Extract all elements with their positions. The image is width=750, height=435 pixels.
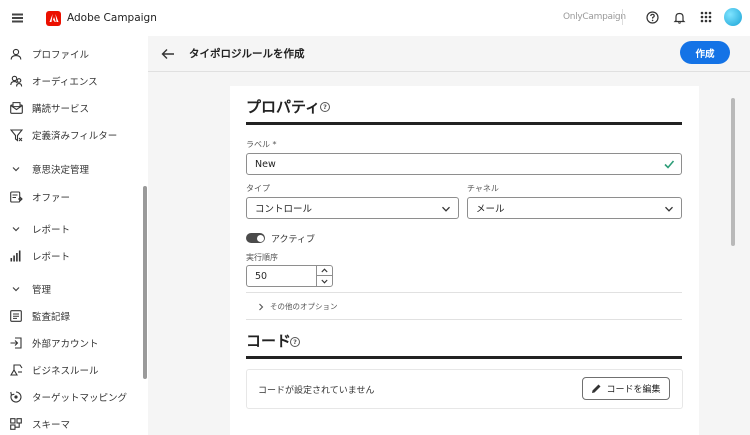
help-icon[interactable]: ? — [290, 337, 300, 347]
sidebar-item-target-mappings[interactable]: ターゲットマッピング — [0, 384, 140, 410]
sidebar-item-audiences[interactable]: オーディエンス — [0, 68, 140, 94]
pencil-icon — [592, 384, 601, 393]
sidebar-item-audit-trail[interactable]: 監査記録 — [0, 303, 140, 329]
chart-icon — [9, 249, 23, 263]
sidebar-item-label: 購読サービス — [32, 104, 90, 115]
divider — [622, 9, 623, 25]
label-input[interactable]: New — [246, 153, 682, 175]
sidebar-item-label: オファー — [32, 193, 71, 204]
label-field-label: ラベル * — [246, 140, 277, 149]
help-icon[interactable] — [644, 9, 660, 25]
chevron-down-icon — [442, 206, 450, 212]
offer-icon — [9, 190, 23, 204]
subscription-icon — [9, 101, 23, 115]
code-empty-text: コードが設定されていません — [258, 386, 375, 396]
checkmark-icon — [664, 160, 675, 169]
section-divider — [246, 356, 682, 359]
sidebar-item-predefined-filters[interactable]: 定義済みフィルター — [0, 122, 140, 148]
required-mark: * — [272, 140, 277, 149]
help-icon[interactable]: ? — [320, 102, 330, 112]
active-toggle-label: アクティブ — [271, 235, 316, 245]
section-divider — [246, 122, 682, 125]
sidebar-item-label: プロファイル — [32, 50, 90, 61]
sidebar-item-label: 定義済みフィルター — [32, 131, 118, 142]
channel-select-value: メール — [476, 204, 505, 215]
sidebar-item-reports[interactable]: レポート — [0, 243, 140, 269]
edit-code-button[interactable]: コードを編集 — [582, 377, 670, 400]
chevron-down-icon — [9, 222, 23, 236]
audit-icon — [9, 309, 23, 323]
sidebar: プロファイル オーディエンス 購読サービス 定義済みフィルター 意思決定管理 オ… — [0, 36, 148, 435]
sidebar-section-label: レポート — [32, 225, 71, 236]
code-title: コード — [246, 332, 292, 350]
sidebar-item-offers[interactable]: オファー — [0, 184, 140, 210]
sidebar-item-label: レポート — [32, 252, 71, 263]
sidebar-item-label: 監査記録 — [32, 312, 71, 323]
menu-icon[interactable] — [2, 0, 32, 36]
person-icon — [9, 47, 23, 61]
audience-icon — [9, 74, 23, 88]
schema-icon — [9, 417, 23, 431]
sidebar-item-label: ビジネスルール — [32, 366, 99, 377]
create-button[interactable]: 作成 — [680, 41, 730, 64]
sidebar-scrollbar[interactable] — [143, 186, 147, 379]
chevron-down-icon — [9, 282, 23, 296]
divider — [246, 292, 682, 293]
channel-field-label: チャネル — [467, 184, 499, 193]
sidebar-item-profiles[interactable]: プロファイル — [0, 41, 140, 67]
properties-title: プロパティ — [246, 98, 321, 116]
sidebar-item-label: ターゲットマッピング — [32, 393, 128, 404]
chevron-down-icon — [665, 206, 673, 212]
decrement-button[interactable] — [317, 276, 332, 286]
chevron-down-icon — [9, 162, 23, 176]
apps-grid-icon[interactable] — [698, 9, 714, 25]
chevron-right-icon — [259, 303, 264, 310]
sidebar-item-label: オーディエンス — [32, 77, 98, 88]
org-switcher[interactable]: OnlyCampaign — [563, 12, 626, 22]
active-toggle[interactable] — [246, 233, 265, 243]
top-bar: Adobe Campaign OnlyCampaign — [0, 0, 750, 36]
business-rule-icon — [9, 363, 23, 377]
sidebar-section-decisioning[interactable]: 意思決定管理 — [0, 156, 140, 182]
adobe-logo-icon — [46, 10, 61, 26]
more-options-label: その他のオプション — [270, 302, 338, 311]
type-select-value: コントロール — [255, 204, 313, 215]
sidebar-item-label: 外部アカウント — [32, 339, 99, 350]
order-stepper-value: 50 — [255, 271, 268, 282]
sidebar-section-label: 管理 — [32, 285, 52, 296]
type-field-label: タイプ — [246, 184, 270, 193]
bell-icon[interactable] — [671, 9, 687, 25]
stepper-buttons — [316, 266, 332, 286]
edit-code-label: コードを編集 — [606, 384, 661, 394]
main-scrollbar[interactable] — [731, 98, 735, 246]
code-box: コードが設定されていません コードを編集 — [246, 369, 683, 409]
filter-icon — [9, 128, 23, 142]
sidebar-section-administration[interactable]: 管理 — [0, 276, 140, 302]
target-mapping-icon — [9, 390, 23, 404]
sidebar-item-schemas[interactable]: スキーマ — [0, 411, 140, 435]
sidebar-item-subscriptions[interactable]: 購読サービス — [0, 95, 140, 121]
label-input-value: New — [255, 158, 276, 170]
sidebar-item-external-accounts[interactable]: 外部アカウント — [0, 330, 140, 356]
app-name: Adobe Campaign — [67, 12, 157, 24]
sidebar-item-business-rules[interactable]: ビジネスルール — [0, 357, 140, 383]
order-stepper[interactable]: 50 — [246, 265, 333, 287]
sidebar-item-label: スキーマ — [32, 420, 71, 431]
page-header: タイポロジルールを作成 作成 — [148, 36, 750, 72]
more-options-toggle[interactable]: その他のオプション — [257, 301, 338, 312]
type-select[interactable]: コントロール — [246, 197, 459, 219]
increment-button[interactable] — [317, 266, 332, 276]
back-arrow-icon[interactable] — [160, 46, 176, 62]
page-title: タイポロジルールを作成 — [189, 48, 305, 60]
sidebar-section-reports[interactable]: レポート — [0, 216, 140, 242]
avatar[interactable] — [724, 8, 742, 26]
channel-select[interactable]: メール — [467, 197, 682, 219]
divider — [246, 319, 682, 320]
external-account-icon — [9, 336, 23, 350]
sidebar-section-label: 意思決定管理 — [32, 165, 90, 176]
order-field-label: 実行順序 — [246, 253, 278, 262]
form-panel: プロパティ ? ラベル * New タイプ コントロール チャネル メール アク… — [230, 86, 699, 435]
